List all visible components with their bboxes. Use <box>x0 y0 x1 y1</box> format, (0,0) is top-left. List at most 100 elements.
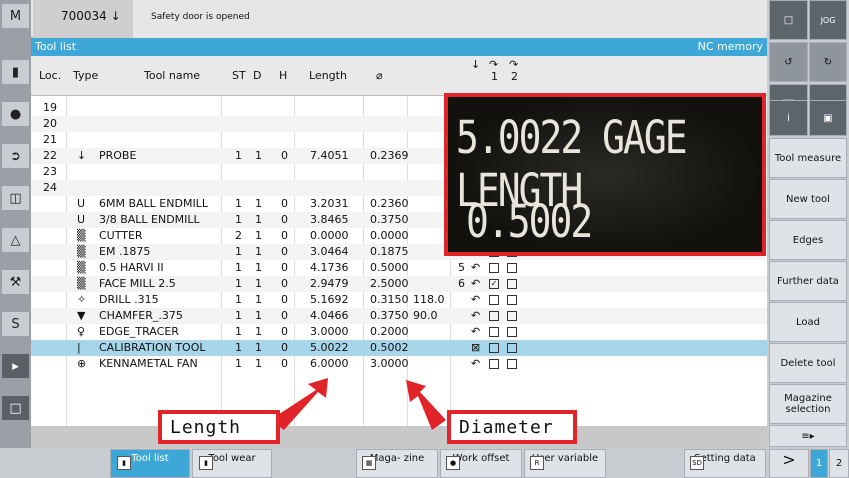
work-offset-icon: ● <box>446 456 460 470</box>
list-scroll-icon[interactable]: ≡▸ <box>769 425 847 447</box>
cell-length: 5.1692 <box>310 293 349 306</box>
spindle-direction-icon: ⊠ <box>471 341 481 354</box>
cell-tool-name: CALIBRATION TOOL <box>99 341 206 354</box>
coolant-checkbox[interactable] <box>507 311 517 321</box>
undo-icon[interactable]: ↺ <box>769 42 808 82</box>
coolant-checkbox[interactable] <box>507 327 517 337</box>
copy-icon[interactable]: ◫ <box>2 186 29 210</box>
magazine-selection-button[interactable]: Magazine selection <box>769 384 847 424</box>
more-softkeys-button[interactable]: > <box>769 449 809 478</box>
page-1-button[interactable]: 1 <box>810 449 828 478</box>
jog-button[interactable]: JOG <box>809 0 847 40</box>
cell-length: 3.8465 <box>310 213 349 226</box>
coolant-checkbox[interactable] <box>489 263 499 273</box>
table-row[interactable]: ⊕ KENNAMETAL FAN 1 1 0 6.0000 3.0000 ↶ <box>31 356 767 372</box>
cell-h: 0 <box>281 357 288 370</box>
tool-measure-button[interactable]: Tool measure <box>769 138 847 178</box>
screenshot-icon[interactable]: ▣ <box>809 100 847 136</box>
photo-line-diameter: 0.5002 DIAMETER <box>466 195 635 252</box>
table-row[interactable]: ✧ DRILL .315 1 1 0 5.1692 0.3150 118.0 ↶ <box>31 292 767 308</box>
cell-tool-name: CUTTER <box>99 229 143 242</box>
magazine-icon: ▦ <box>362 456 376 470</box>
table-row[interactable]: ♀ EDGE_TRACER 1 1 0 3.0000 0.2000 ↶ <box>31 324 767 340</box>
program-field[interactable]: 700034 ↓ <box>33 0 133 38</box>
cell-tool-name: 3/8 BALL ENDMILL <box>99 213 200 226</box>
logo-m-icon[interactable]: M <box>2 4 29 28</box>
cell-diameter: 0.1875 <box>370 245 409 258</box>
table-row[interactable]: ▼ CHAMFER_.375 1 1 0 4.0466 0.3750 90.0 ↶ <box>31 308 767 324</box>
table-row[interactable]: | CALIBRATION TOOL 1 1 0 5.0022 0.5002 ⊠ <box>31 340 767 356</box>
edges-button[interactable]: Edges <box>769 220 847 260</box>
col-type: Type <box>73 69 99 82</box>
cell-loc: 22 <box>43 149 57 162</box>
cell-length: 4.1736 <box>310 261 349 274</box>
delete-tool-button[interactable]: Delete tool <box>769 343 847 383</box>
redo-icon[interactable]: ↻ <box>809 42 847 82</box>
info-button[interactable]: i <box>769 100 808 136</box>
cell-length: 3.2031 <box>310 197 349 210</box>
cell-h: 0 <box>281 309 288 322</box>
window-toggle-icon[interactable]: □ <box>769 0 808 40</box>
table-row[interactable]: ▒ 0.5 HARVI II 1 1 0 4.1736 0.5000 5 ↶ <box>31 260 767 276</box>
page-title: Tool list <box>35 40 77 53</box>
coolant-checkbox[interactable] <box>507 359 517 369</box>
cell-type-icon: ▒ <box>77 261 86 274</box>
cell-tool-name: FACE MILL 2.5 <box>99 277 176 290</box>
cell-h: 0 <box>281 149 288 162</box>
sinumerik-icon[interactable]: S <box>2 312 29 336</box>
table-row[interactable]: ▒ FACE MILL 2.5 1 1 0 2.9479 2.5000 6 ↶ ✓ <box>31 276 767 292</box>
cell-type-icon: ▒ <box>77 229 86 242</box>
cell-h: 0 <box>281 197 288 210</box>
alarm-line: Safety door is opened <box>133 0 767 38</box>
coolant-checkbox[interactable] <box>507 279 517 289</box>
cell-diameter: 0.5002 <box>370 341 409 354</box>
col-h: H <box>279 69 288 82</box>
coolant-checkbox[interactable] <box>489 359 499 369</box>
r-variable-icon: R <box>530 456 544 470</box>
coolant-checkbox[interactable] <box>507 295 517 305</box>
cell-length: 4.0466 <box>310 309 349 322</box>
window-icon[interactable]: □ <box>2 396 29 420</box>
cell-st: 1 <box>235 277 242 290</box>
cell-tool-name: PROBE <box>99 149 137 162</box>
cell-length: 3.0464 <box>310 245 349 258</box>
cell-length: 0.0000 <box>310 229 349 242</box>
further-data-button[interactable]: Further data <box>769 261 847 301</box>
coolant-checkbox[interactable] <box>489 295 499 305</box>
cell-d: 1 <box>255 213 262 226</box>
coolant-checkbox[interactable] <box>507 343 517 353</box>
cell-diameter: 2.5000 <box>370 277 409 290</box>
cell-h: 0 <box>281 229 288 242</box>
tool-list-icon[interactable]: ▮ <box>2 60 29 84</box>
wrench-icon[interactable]: ⚒ <box>2 270 29 294</box>
cell-diameter: 0.3750 <box>370 213 409 226</box>
cell-direction: 6 <box>458 277 465 290</box>
arrow-right-icon[interactable]: ➲ <box>2 144 29 168</box>
load-button[interactable]: Load <box>769 302 847 342</box>
triangle-icon[interactable]: △ <box>2 228 29 252</box>
expand-left-icon[interactable]: ▸ <box>2 354 29 378</box>
gage-photo: 5.0022 GAGE LENGTH 0.5002 DIAMETER <box>444 93 766 256</box>
cell-h: 0 <box>281 293 288 306</box>
cell-angle: 118.0 <box>413 293 445 306</box>
cell-diameter: 3.0000 <box>370 357 409 370</box>
cell-h: 0 <box>281 325 288 338</box>
cell-type-icon: ▼ <box>77 309 86 322</box>
new-tool-button[interactable]: New tool <box>769 179 847 219</box>
spindle-direction-icon: ↶ <box>471 309 481 322</box>
page-2-button[interactable]: 2 <box>829 449 849 478</box>
cell-loc: 23 <box>43 165 57 178</box>
cell-loc: 24 <box>43 181 57 194</box>
horizontal-scrollbar[interactable] <box>31 426 767 448</box>
coolant-checkbox[interactable] <box>489 311 499 321</box>
coolant-checkbox[interactable] <box>489 343 499 353</box>
col-diameter: ⌀ <box>376 69 383 82</box>
coolant-checkbox[interactable]: ✓ <box>489 279 499 289</box>
coolant-checkbox[interactable] <box>489 327 499 337</box>
cell-type-icon: ⊕ <box>77 357 87 370</box>
tool-icon[interactable]: ● <box>2 102 29 126</box>
cell-d: 1 <box>255 197 262 210</box>
coolant-checkbox[interactable] <box>507 263 517 273</box>
spindle-direction-icon: ↶ <box>471 261 481 274</box>
cell-d: 1 <box>255 261 262 274</box>
